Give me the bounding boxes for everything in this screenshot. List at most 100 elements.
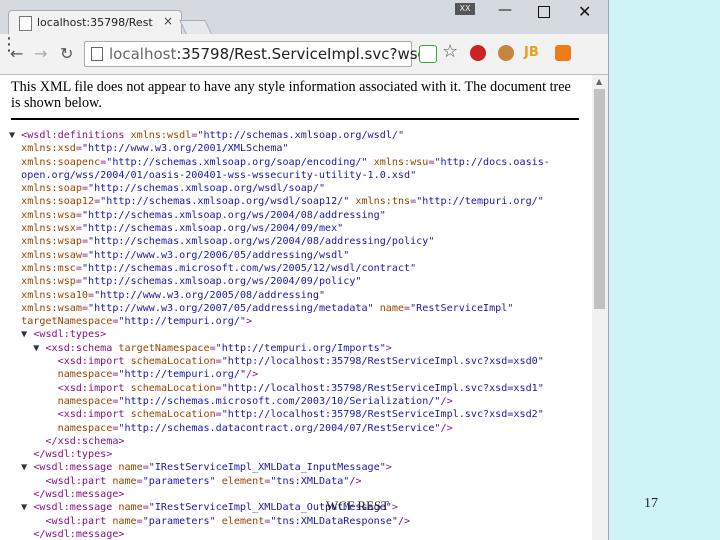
xml-attr-value: "http://schemas.xmlsoap.org/ws/2004/08/a… [81,209,386,221]
xml-line: xmlns:wsa="http://schemas.xmlsoap.org/ws… [9,209,550,222]
collapse-triangle-icon[interactable]: ▼ [9,343,39,354]
browser-tab[interactable]: localhost:35798/Rest Servic × [8,10,182,35]
xml-line[interactable]: ▼ <wsdl:types> [9,328,550,341]
xml-line: xmlns:xsd="http://www.w3.org/2001/XMLSch… [9,142,550,155]
xml-tag: /> [397,515,411,527]
xml-attr-value: "http://schemas.xmlsoap.org/wsdl/" [197,130,405,141]
xml-attr-value: "http://schemas.microsoft.com/ws/2005/12… [81,262,417,274]
xml-attr-name: name [112,515,137,527]
forward-arrow-icon[interactable]: → [34,44,47,63]
xml-attr-value: open.org/wss/2004/01/oasis-200401-wss-ws… [21,169,417,181]
xml-tag: > [385,342,392,354]
jetbrains-extension-icon[interactable]: JB [524,45,544,61]
tab-close-icon[interactable]: × [163,14,173,28]
collapse-triangle-icon[interactable]: ▼ [9,502,27,513]
reload-icon[interactable]: ↻ [60,44,73,63]
opera-extension-icon[interactable] [470,45,486,61]
url-host: localhost [109,45,177,63]
minimize-button[interactable]: — [498,2,512,18]
orange-extension-icon[interactable] [555,45,571,61]
xml-attr-name: xmlns:soap12 [21,196,95,208]
xml-attr-name: xmlns:msc [21,262,76,274]
xml-line[interactable]: ▼ <wsdl:definitions xmlns:wsdl="http://s… [9,129,550,142]
xml-line: xmlns:msc="http://schemas.microsoft.com/… [9,262,550,275]
xml-attr-value: "http://schemas.xmlsoap.org/ws/2004/08/a… [88,236,435,248]
xml-line[interactable]: ▼ <wsdl:message name="IRestServiceImpl_X… [9,461,550,474]
close-window-button[interactable]: ✕ [578,2,591,21]
xml-line[interactable]: ▼ <wsdl:message name="IRestServiceImpl_X… [9,501,550,514]
xml-attr-name: schemaLocation [130,409,216,421]
xml-line: <xsd:import schemaLocation="http://local… [9,355,550,368]
xml-line[interactable]: ▼ <xsd:schema targetNamespace="http://te… [9,342,550,355]
collapse-triangle-icon[interactable]: ▼ [9,130,15,141]
xml-attr-value: "http://tempuri.org/" [118,369,247,381]
xml-line: </wsdl:message> [9,528,550,540]
vertical-scrollbar[interactable]: ▲ [592,75,608,540]
xml-attr-name: xmlns:soapenc [21,156,101,168]
url-text[interactable]: localhost:35798/Rest.ServiceImpl.svc?wsd… [109,45,431,63]
xml-tag: /> [440,395,453,407]
scroll-thumb[interactable] [594,89,605,309]
scroll-up-icon[interactable]: ▲ [596,77,602,86]
xml-attr-value: "RestServiceImpl" [410,302,514,314]
xml-line: <xsd:import schemaLocation="http://local… [9,408,550,421]
back-arrow-icon[interactable]: ← [10,44,23,63]
xml-attr-value: "http://schemas.microsoft.com/2003/10/Se… [118,395,441,407]
tab-title: localhost:35798/Rest Servic [37,16,157,29]
xml-line: namespace="http://schemas.microsoft.com/… [9,395,550,408]
xml-line: <xsd:import schemaLocation="http://local… [9,382,550,395]
collapse-triangle-icon[interactable]: ▼ [9,329,27,340]
xml-tag: <xsd:import [57,382,131,394]
xml-attr-value: "http://tempuri.org/Imports" [215,342,386,354]
page-icon [91,47,103,61]
xml-tag: > [385,462,392,474]
xml-attr-value: "tns:XMLDataResponse" [270,515,398,527]
xml-attr-value: "http://schemas.datacontract.org/2004/07… [118,422,441,434]
bookmark-add-icon[interactable] [419,45,437,63]
xml-line: </wsdl:types> [9,448,550,461]
xml-attr-name: xmlns:xsd [21,143,76,155]
xml-attr-value: "http://www.w3.org/2007/05/addressing/me… [88,302,380,314]
page-content: This XML file does not appear to have an… [0,75,592,540]
xml-attr-value: "parameters" [142,475,222,487]
xml-tag: </wsdl:types> [33,449,113,461]
cookie-extension-icon[interactable] [498,45,514,61]
xml-line: <wsdl:part name="parameters" element="tn… [9,475,550,488]
xml-attr-name: namespace [57,395,113,407]
xml-attr-name: name [118,502,143,514]
xml-attr-name: namespace [57,422,113,434]
xml-attr-name: element [221,515,265,527]
xml-attr-name: xmlns:wsap [21,236,82,248]
address-bar[interactable]: localhost:35798/Rest.ServiceImpl.svc?wsd… [84,41,431,67]
xml-line: xmlns:wsx="http://schemas.xmlsoap.org/ws… [9,222,550,235]
xml-attr-value: "http://localhost:35798/RestServiceImpl.… [221,356,544,368]
xml-tag: <wsdl:definitions [21,130,131,141]
browser-toolbar: ← → ↻ localhost:35798/Rest.ServiceImpl.s… [0,34,608,75]
xml-attr-value: "http://localhost:35798/RestServiceImpl.… [221,382,544,394]
xml-attr-value: "http://schemas.xmlsoap.org/wsdl/soap/" [88,183,326,195]
xml-tag: <wsdl:part [45,475,113,487]
xml-attr-value: "http://tempuri.org/" [118,316,247,328]
xml-attr-value: "http://schemas.xmlsoap.org/ws/2004/09/m… [81,223,344,235]
profile-badge[interactable]: XX [455,3,475,15]
xml-attr-name: xmlns:wsam [21,302,82,314]
collapse-triangle-icon[interactable]: ▼ [9,462,27,473]
star-icon[interactable]: ☆ [442,41,458,62]
xml-attr-name: name [379,302,405,314]
xml-notice: This XML file does not appear to have an… [11,79,571,111]
xml-tag: <wsdl:message [33,462,119,474]
xml-tag: > [391,502,398,514]
maximize-button[interactable] [538,6,550,18]
xml-tag: /> [246,369,259,381]
xml-attr-name: element [221,475,265,487]
xml-attr-value: "http://www.w3.org/2006/05/addressing/ws… [88,249,350,261]
xml-line: namespace="http://schemas.datacontract.o… [9,422,550,435]
slide-footer: WCF REST [326,498,390,513]
xml-tag: <wsdl:types> [33,329,107,341]
